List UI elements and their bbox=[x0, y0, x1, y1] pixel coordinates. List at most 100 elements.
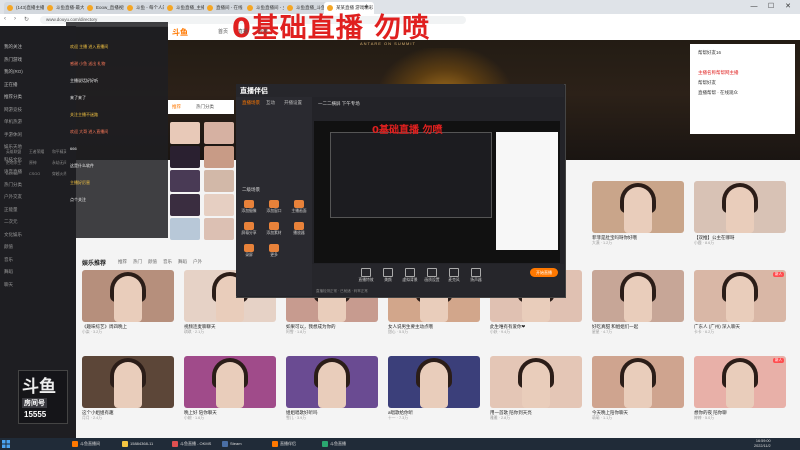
app-tool-button[interactable]: 屏幕分享 bbox=[238, 222, 260, 236]
taskbar-app[interactable]: 斗鱼直播 bbox=[322, 440, 346, 448]
taskbar-app[interactable]: 15884368-11 bbox=[122, 440, 153, 448]
sidebar-category-link[interactable]: 永劫无间 bbox=[52, 161, 67, 166]
stream-thumbnail[interactable] bbox=[592, 181, 684, 233]
mini-tab[interactable]: 热门分类 bbox=[196, 104, 214, 110]
mini-thumbnail[interactable] bbox=[204, 218, 234, 240]
nav-home[interactable]: 首页 bbox=[218, 28, 228, 35]
right-panel-line[interactable]: 帮帮好友 bbox=[698, 80, 716, 86]
stream-thumbnail[interactable] bbox=[184, 356, 276, 408]
sidebar-item[interactable]: 手游休闲 bbox=[4, 132, 22, 138]
sidebar-category-link[interactable]: 和平精英 bbox=[52, 150, 67, 155]
stream-thumbnail[interactable] bbox=[490, 356, 582, 408]
stream-thumbnail[interactable] bbox=[592, 356, 684, 408]
app-tool-button[interactable]: 主播画面 bbox=[288, 200, 310, 214]
mini-thumbnail[interactable] bbox=[170, 194, 200, 216]
section-tab[interactable]: 颜值 bbox=[148, 259, 157, 265]
section-tab[interactable]: 热门 bbox=[133, 259, 142, 265]
mini-thumbnail[interactable] bbox=[170, 146, 200, 168]
sidebar-item[interactable]: 推荐分类 bbox=[4, 94, 22, 100]
sidebar-item[interactable]: 聊天 bbox=[4, 282, 13, 288]
stream-card[interactable]: 菲菲是肚宝吗呀你好哦 大漠 · 1.2万 bbox=[592, 181, 684, 246]
sidebar-category-link[interactable]: DOTA2 bbox=[6, 172, 18, 176]
sidebar-category-link[interactable]: 王者荣耀 bbox=[29, 150, 44, 155]
section-tab[interactable]: 舞蹈 bbox=[178, 259, 187, 265]
mini-thumbnail[interactable] bbox=[204, 146, 234, 168]
site-logo[interactable]: 斗鱼 bbox=[172, 27, 188, 39]
bottom-control-button[interactable]: 麦克风 bbox=[444, 268, 464, 283]
sidebar-item[interactable]: 我的(RO) bbox=[4, 69, 23, 75]
stream-card[interactable]: 【双推】公主在哪呀 小鹿 · 8.6万 bbox=[694, 181, 786, 246]
bottom-control-button[interactable]: 美颜 bbox=[378, 268, 398, 283]
sidebar-category-link[interactable]: 原神 bbox=[29, 161, 37, 166]
sidebar-item[interactable]: 二次元 bbox=[4, 219, 18, 225]
bottom-control-button[interactable]: 虚拟背景 bbox=[400, 268, 420, 283]
taskbar-app[interactable]: 斗鱼直播间 bbox=[72, 440, 100, 448]
mini-thumbnail[interactable] bbox=[170, 170, 200, 192]
start-live-button[interactable]: 开始直播 bbox=[530, 268, 558, 277]
stream-thumbnail[interactable] bbox=[694, 181, 786, 233]
sidebar-category-link[interactable]: 英雄联盟 bbox=[6, 150, 21, 155]
stream-card[interactable]: 新人 想你的夜 陪你聊 婷婷 · 5.0万 bbox=[694, 356, 786, 421]
right-panel-line[interactable]: 直播帮帮 · 在线观众 bbox=[698, 90, 738, 96]
mini-thumbnail[interactable] bbox=[204, 122, 234, 144]
nav-link[interactable]: 分类 bbox=[258, 28, 268, 35]
sidebar-category-link[interactable]: CSGO bbox=[29, 172, 40, 176]
sidebar-item[interactable]: 音乐 bbox=[4, 257, 13, 263]
sidebar-category-link[interactable]: 绝地求生 bbox=[6, 161, 21, 166]
stream-card[interactable]: 姐姐唱歌好听吗 雪儿 · 3.9万 bbox=[286, 356, 378, 421]
maximize-button[interactable]: ☐ bbox=[765, 2, 777, 12]
stream-card[interactable]: 用一首歌 陪你到天亮 雅雅 · 2.8万 bbox=[490, 356, 582, 421]
sidebar-item[interactable]: 正能量 bbox=[4, 207, 18, 213]
nav-link[interactable]: 直播 bbox=[238, 28, 248, 35]
stream-thumbnail[interactable] bbox=[286, 356, 378, 408]
mini-thumbnail[interactable] bbox=[170, 122, 200, 144]
stream-thumbnail[interactable]: 新人 bbox=[694, 270, 786, 322]
app-tool-button[interactable]: 更多 bbox=[263, 244, 285, 258]
right-panel-line[interactable]: 帮帮好友16 bbox=[698, 50, 721, 56]
stream-card[interactable]: 晚上好 陪你聊天 小婉 · 1.6万 bbox=[184, 356, 276, 421]
app-tool-button[interactable]: 添加素材 bbox=[263, 222, 285, 236]
minimize-button[interactable]: — bbox=[748, 2, 760, 12]
forward-icon[interactable]: › bbox=[14, 16, 16, 22]
sidebar-category-link[interactable]: 穿越火线 bbox=[52, 172, 67, 177]
app-tool-button[interactable]: 录屏 bbox=[238, 244, 260, 258]
stream-thumbnail[interactable] bbox=[592, 270, 684, 322]
sidebar-item[interactable]: 正在播 bbox=[4, 82, 18, 88]
taskbar-app[interactable]: Steam bbox=[222, 440, 242, 448]
stream-card[interactable]: 新人 广东人 (广州) 深入聊天 卡卡 · 6.2万 bbox=[694, 270, 786, 335]
close-button[interactable]: ✕ bbox=[782, 2, 794, 12]
mini-thumbnail[interactable] bbox=[204, 170, 234, 192]
stream-card[interactable]: 今天晚上陪你聊天 萌萌 · 1.1万 bbox=[592, 356, 684, 421]
sidebar-item[interactable]: 热门分类 bbox=[4, 182, 22, 188]
sidebar-item[interactable]: 单机热游 bbox=[4, 119, 22, 125]
bottom-control-button[interactable]: 扬声器 bbox=[466, 268, 486, 283]
app-tab[interactable]: 直播场景 bbox=[242, 100, 260, 106]
stream-card[interactable]: a唱歌给你听 十一 · 7.3万 bbox=[388, 356, 480, 421]
stream-thumbnail[interactable] bbox=[82, 356, 174, 408]
section-tab[interactable]: 推荐 bbox=[118, 259, 127, 265]
stream-card[interactable]: 好吃真甜 和姐姐们一起 星星 · 4.7万 bbox=[592, 270, 684, 335]
app-tab[interactable]: 开播设置 bbox=[284, 100, 302, 106]
mini-tab[interactable]: 推荐 bbox=[172, 104, 181, 110]
stream-thumbnail[interactable] bbox=[388, 356, 480, 408]
sidebar-item[interactable]: 热门游戏 bbox=[4, 57, 22, 63]
mini-thumbnail[interactable] bbox=[204, 194, 234, 216]
sidebar-item[interactable]: 舞蹈 bbox=[4, 269, 13, 275]
section-tab[interactable]: 户外 bbox=[193, 259, 202, 265]
stream-thumbnail[interactable]: 新人 bbox=[694, 356, 786, 408]
sidebar-item[interactable]: 网游竞技 bbox=[4, 107, 22, 113]
stream-card[interactable]: 这个小姐姐有趣 月月 · 2.4万 bbox=[82, 356, 174, 421]
app-tab[interactable]: 互动 bbox=[266, 100, 275, 106]
sidebar-item[interactable]: 我的关注 bbox=[4, 44, 22, 50]
sidebar-item[interactable]: 颜值 bbox=[4, 244, 13, 250]
bottom-control-button[interactable]: 直播特效 bbox=[356, 268, 376, 283]
taskbar-app[interactable]: 直播伴侣 bbox=[272, 440, 296, 448]
sidebar-item[interactable]: 户外交友 bbox=[4, 194, 22, 200]
app-tool-button[interactable]: 添加窗口 bbox=[263, 200, 285, 214]
stream-thumbnail[interactable] bbox=[82, 270, 174, 322]
bottom-control-button[interactable]: 画质设置 bbox=[422, 268, 442, 283]
mini-thumbnail[interactable] bbox=[170, 218, 200, 240]
stream-card[interactable]: 《趣味综艺》周四晚上 小柒 · 3.2万 bbox=[82, 270, 174, 335]
app-tool-button[interactable]: 播放器 bbox=[288, 222, 310, 236]
sidebar-item[interactable]: 文化娱乐 bbox=[4, 232, 22, 238]
